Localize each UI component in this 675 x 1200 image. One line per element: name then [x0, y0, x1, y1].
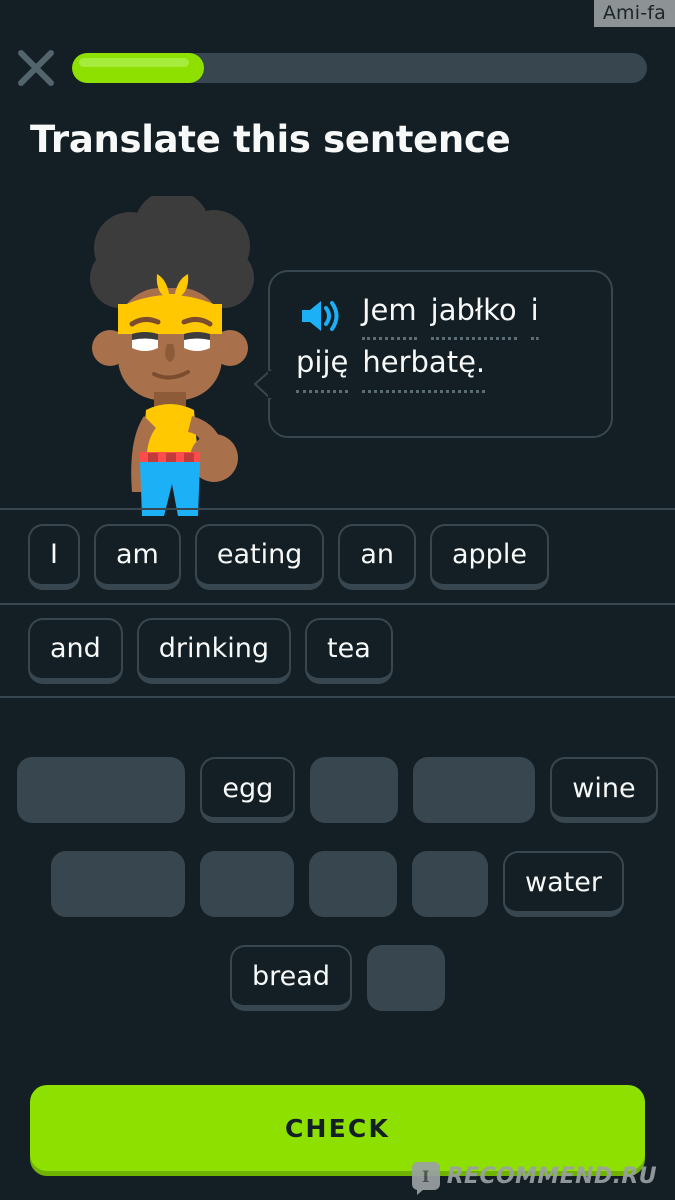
- answer-row: I am eating an apple: [0, 508, 675, 603]
- prompt-line-2: piję herbatę.: [292, 346, 591, 393]
- corner-label: Ami-fa: [593, 0, 675, 27]
- answer-area: I am eating an apple and drinking tea: [0, 508, 675, 698]
- answer-tile[interactable]: drinking: [136, 617, 292, 684]
- watermark-text: RECOMMEND.RU: [446, 1163, 657, 1189]
- prompt-word[interactable]: herbatę.: [362, 346, 486, 393]
- watermark-logo-icon: I: [411, 1162, 440, 1195]
- word-bank-used-slot: [51, 851, 186, 917]
- word-bank-tile[interactable]: wine: [550, 757, 658, 823]
- answer-tile[interactable]: tea: [305, 617, 393, 684]
- answer-tile[interactable]: I: [28, 523, 80, 590]
- check-button-wrapper: CHECK: [30, 1085, 645, 1171]
- word-bank-used-slot: [200, 851, 295, 917]
- word-bank-used-slot: [17, 757, 186, 823]
- prompt-word[interactable]: Jem: [362, 294, 417, 341]
- close-x-icon: [14, 46, 58, 90]
- progress-bar-highlight: [79, 58, 190, 67]
- duolingo-exercise-screen: Ami-fa Translate this sentence Jem jabłk…: [0, 0, 675, 1200]
- word-bank-used-slot: [310, 757, 399, 823]
- bea-character: [62, 190, 282, 516]
- prompt-line-1: Jem jabłko i: [292, 294, 591, 341]
- answer-tile[interactable]: an: [338, 523, 416, 590]
- word-bank-tile[interactable]: water: [503, 851, 624, 917]
- prompt-word[interactable]: i: [530, 294, 539, 341]
- answer-tile[interactable]: and: [28, 617, 123, 684]
- answer-tile[interactable]: am: [93, 523, 181, 590]
- word-bank-used-slot: [412, 851, 489, 917]
- word-bank-used-slot: [366, 945, 445, 1011]
- prompt-words-line-2: piję herbatę.: [296, 346, 486, 393]
- prompt-word[interactable]: jabłko: [430, 294, 517, 341]
- answer-tile[interactable]: eating: [194, 523, 325, 590]
- answer-tile[interactable]: apple: [430, 523, 549, 590]
- speech-bubble-tail: [252, 368, 273, 402]
- prompt-words-line-1: Jem jabłko i: [362, 294, 539, 341]
- word-bank-used-slot: [413, 757, 536, 823]
- page-title: Translate this sentence: [30, 118, 511, 161]
- word-bank-row: water: [0, 849, 675, 919]
- prompt-speech-bubble: Jem jabłko i piję herbatę.: [254, 270, 613, 438]
- word-bank-row: bread: [0, 943, 675, 1013]
- word-bank-tile[interactable]: bread: [230, 945, 352, 1011]
- answer-row: and drinking tea: [0, 603, 675, 698]
- prompt-word[interactable]: piję: [296, 346, 349, 393]
- progress-bar: [72, 53, 647, 83]
- word-bank-tile[interactable]: egg: [200, 757, 296, 823]
- word-bank-row: egg wine: [0, 755, 675, 825]
- watermark: I RECOMMEND.RU: [411, 1162, 657, 1195]
- close-button[interactable]: [0, 38, 72, 98]
- word-bank: egg wine water bread: [0, 755, 675, 1037]
- exercise-header: [0, 38, 675, 98]
- word-bank-used-slot: [309, 851, 398, 917]
- speaker-icon[interactable]: [298, 298, 340, 338]
- check-button[interactable]: CHECK: [30, 1085, 645, 1171]
